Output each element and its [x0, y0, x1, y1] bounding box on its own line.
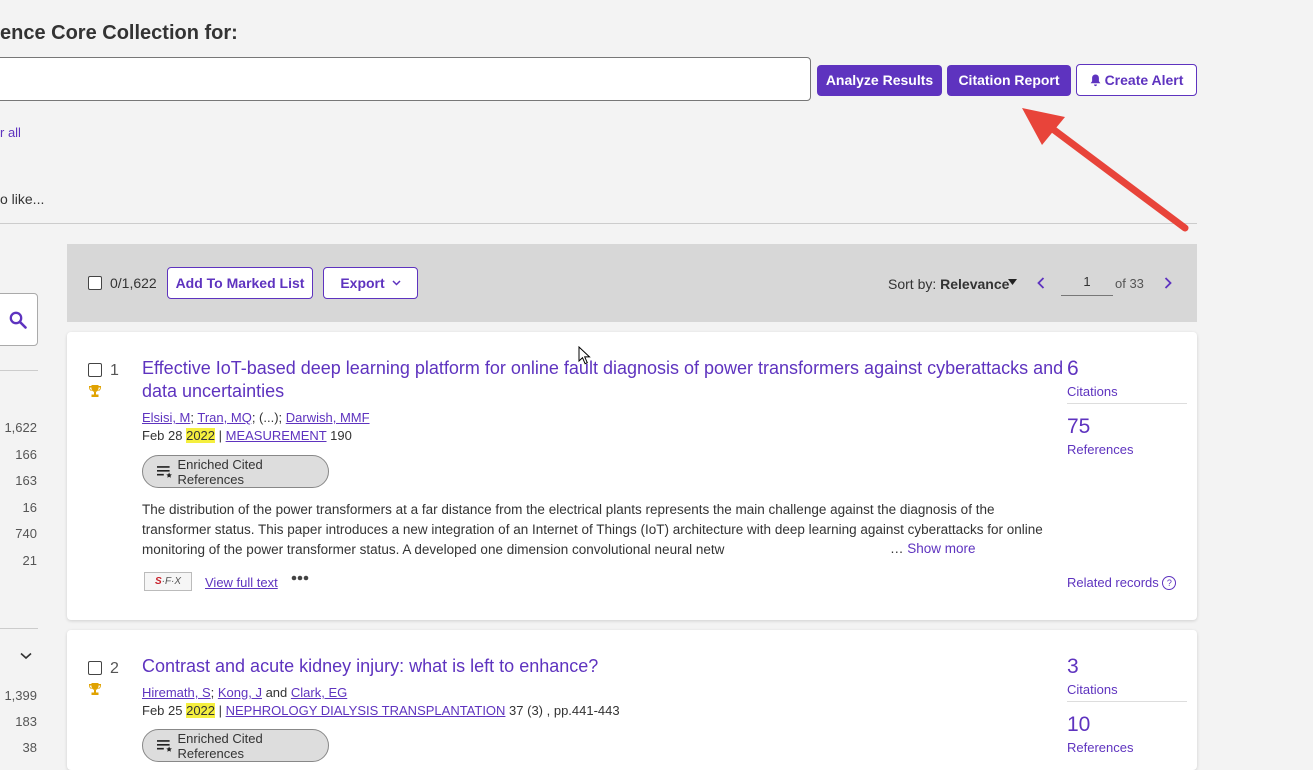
results-toolbar: 0/1,622 Add To Marked List Export Sort b… — [67, 244, 1197, 322]
abstract-line: transformer status. This paper introduce… — [142, 522, 1043, 537]
facet-count: 16 — [22, 500, 37, 515]
trophy-icon — [89, 385, 101, 397]
result-checkbox[interactable] — [88, 661, 102, 675]
you-may-like-text: o like... — [0, 191, 45, 207]
view-full-text-link[interactable]: View full text — [205, 575, 278, 590]
list-star-icon — [157, 466, 172, 478]
sort-value: Relevance — [940, 276, 1010, 292]
result-index: 2 — [110, 660, 119, 677]
facet-count: 1,399 — [4, 688, 37, 703]
sidebar-divider — [0, 370, 38, 371]
help-icon: ? — [1162, 576, 1177, 590]
more-options-icon[interactable] — [291, 575, 309, 581]
references-count[interactable]: 10 — [1067, 713, 1090, 737]
chevron-down-icon[interactable] — [20, 652, 32, 660]
result-title-line: data uncertainties — [142, 381, 285, 401]
sidebar-search-button[interactable] — [0, 293, 38, 346]
references-label: References — [1067, 442, 1134, 457]
pub-year: 2022 — [186, 703, 216, 718]
pub-volume: 37 (3) , pp.441-443 — [505, 703, 620, 718]
author-link[interactable]: Kong, J — [218, 685, 262, 700]
mouse-cursor-icon — [578, 346, 591, 365]
citation-report-button[interactable]: Citation Report — [947, 65, 1071, 96]
author-link[interactable]: Elsisi, M — [142, 410, 190, 425]
pub-date: Feb 28 — [142, 428, 187, 443]
search-query-box[interactable] — [0, 57, 811, 101]
show-more-label: Show more — [907, 541, 976, 556]
citations-label: Citations — [1067, 384, 1118, 399]
clear-all-link[interactable]: r all — [0, 125, 21, 140]
bell-icon — [1090, 74, 1100, 86]
trophy-icon — [89, 683, 101, 695]
pub-date: Feb 25 — [142, 703, 187, 718]
previous-page-icon[interactable] — [1037, 277, 1045, 289]
result-publication-info: Feb 25 2022 | NEPHROLOGY DIALYSIS TRANSP… — [142, 703, 620, 718]
citations-label: Citations — [1067, 682, 1118, 697]
facet-count: 163 — [15, 473, 37, 488]
facet-count: 21 — [22, 553, 37, 568]
next-page-icon[interactable] — [1164, 277, 1172, 289]
sort-prefix: Sort by: — [888, 276, 941, 292]
facet-count: 183 — [15, 714, 37, 729]
facet-count: 740 — [15, 526, 37, 541]
create-alert-button[interactable]: Create Alert — [1076, 64, 1197, 96]
sidebar-divider — [0, 628, 38, 629]
create-alert-label: Create Alert — [1104, 72, 1184, 88]
red-arrow-annotation — [1022, 108, 1189, 232]
citations-count[interactable]: 6 — [1067, 357, 1079, 381]
author-separator: ; (...); — [251, 410, 286, 425]
page-number-input[interactable]: 1 — [1061, 272, 1113, 296]
export-button[interactable]: Export — [323, 267, 418, 299]
show-more-link[interactable]: … Show more — [890, 541, 976, 556]
related-records-label: Related records — [1067, 575, 1159, 590]
author-link[interactable]: Hiremath, S — [142, 685, 211, 700]
chevron-down-icon — [392, 280, 401, 286]
related-records-link[interactable]: Related records ? — [1067, 575, 1177, 590]
selected-count: 0/1,622 — [110, 275, 157, 291]
metric-divider — [1067, 403, 1187, 404]
result-index: 1 — [110, 362, 119, 379]
pub-volume: 190 — [326, 428, 352, 443]
metric-divider — [1067, 701, 1187, 702]
analyze-results-button[interactable]: Analyze Results — [817, 65, 942, 96]
author-link[interactable]: Darwish, MMF — [286, 410, 370, 425]
result-checkbox[interactable] — [88, 363, 102, 377]
abstract-line: The distribution of the power transforme… — [142, 502, 995, 517]
export-label: Export — [340, 275, 385, 291]
pub-year: 2022 — [186, 428, 216, 443]
result-title-link[interactable]: Effective IoT-based deep learning platfo… — [142, 357, 1063, 403]
journal-link[interactable]: MEASUREMENT — [226, 428, 327, 443]
result-card: 1 Effective IoT-based deep learning plat… — [67, 332, 1197, 620]
citations-count[interactable]: 3 — [1067, 655, 1079, 679]
enriched-cited-references-button[interactable]: Enriched Cited References — [142, 729, 329, 762]
journal-link[interactable]: NEPHROLOGY DIALYSIS TRANSPLANTATION — [226, 703, 506, 718]
list-star-icon — [157, 740, 172, 752]
page-heading: ence Core Collection for: — [0, 22, 238, 44]
facet-count: 166 — [15, 447, 37, 462]
facet-count: 1,622 — [4, 420, 37, 435]
sfx-logo-icon[interactable]: S·F·X — [144, 572, 192, 591]
result-publication-info: Feb 28 2022 | MEASUREMENT 190 — [142, 428, 352, 443]
select-all-checkbox[interactable] — [88, 276, 102, 290]
references-count[interactable]: 75 — [1067, 415, 1090, 439]
author-link[interactable]: Clark, EG — [291, 685, 347, 700]
caret-down-icon — [1008, 279, 1017, 285]
result-authors: Elsisi, M; Tran, MQ; (...); Darwish, MMF — [142, 410, 370, 425]
sort-by-dropdown[interactable]: Sort by: Relevance — [888, 276, 1009, 292]
result-card: 2 Contrast and acute kidney injury: what… — [67, 630, 1197, 770]
enriched-label: Enriched Cited References — [177, 730, 263, 761]
result-title-line: Effective IoT-based deep learning platfo… — [142, 358, 1064, 378]
search-icon — [9, 311, 27, 329]
result-title-link[interactable]: Contrast and acute kidney injury: what i… — [142, 655, 598, 678]
add-to-marked-list-button[interactable]: Add To Marked List — [167, 267, 313, 299]
author-separator: and — [261, 685, 291, 700]
result-authors: Hiremath, S; Kong, J and Clark, EG — [142, 685, 348, 700]
enriched-cited-references-button[interactable]: Enriched Cited References — [142, 455, 329, 488]
author-link[interactable]: Tran, MQ — [197, 410, 251, 425]
page-total: of 33 — [1115, 276, 1144, 291]
enriched-label: Enriched Cited References — [177, 456, 263, 487]
